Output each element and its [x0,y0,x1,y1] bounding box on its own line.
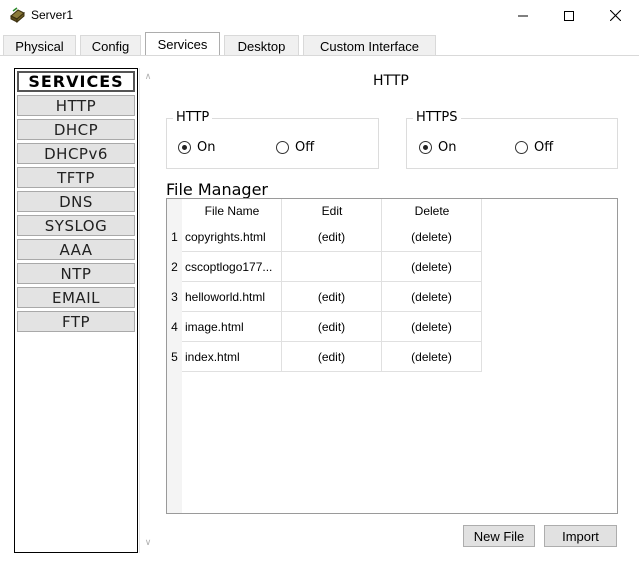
service-syslog-button[interactable]: SYSLOG [17,215,135,236]
delete-link[interactable]: (delete) [382,222,482,252]
close-button[interactable] [592,0,638,31]
maximize-icon [564,10,574,21]
column-header-edit: Edit [321,204,343,218]
http-on-radio[interactable]: On [178,140,215,155]
page-title: HTTP [373,73,409,89]
row-number: 4 [171,320,178,334]
tab-divider [0,55,639,56]
window-title: Server1 [31,8,74,22]
https-on-label: On [438,140,457,155]
server-app-icon [10,7,25,23]
tab-config[interactable]: Config [80,35,141,56]
delete-link[interactable]: (delete) [382,342,482,372]
minimize-icon [518,15,528,16]
row-number: 1 [171,230,178,244]
https-off-radio[interactable]: Off [515,140,553,155]
service-ntp-button[interactable]: NTP [17,263,135,284]
column-header-delete: Delete [414,204,450,218]
services-header: SERVICES [17,71,135,92]
tab-services[interactable]: Services [145,32,220,56]
row-number: 2 [171,260,178,274]
delete-link[interactable]: (delete) [382,312,482,342]
http-off-label: Off [295,140,315,155]
service-tftp-button[interactable]: TFTP [17,167,135,188]
http-group: HTTP On Off [166,110,379,169]
edit-link[interactable]: (edit) [282,282,382,312]
service-aaa-button[interactable]: AAA [17,239,135,260]
delete-link[interactable]: (delete) [382,282,482,312]
service-email-button[interactable]: EMAIL [17,287,135,308]
scroll-down-icon[interactable]: ∨ [142,537,154,549]
radio-unselected-icon [276,141,289,154]
tab-strip: Physical Config Services Desktop Custom … [0,31,639,56]
http-legend: HTTP [173,110,213,125]
radio-unselected-icon [515,141,528,154]
file-name-cell: copyrights.html [182,222,282,252]
minimize-button[interactable] [500,0,546,31]
close-icon [609,10,621,21]
tab-desktop[interactable]: Desktop [224,35,299,56]
file-name-cell: cscoptlogo177... [182,252,282,282]
column-header-file-name: File Name [204,204,260,218]
https-on-radio[interactable]: On [419,140,456,155]
services-list: SERVICES HTTP DHCP DHCPv6 TFTP DNS SYSLO… [14,68,138,553]
https-group: HTTPS On Off [406,110,618,169]
new-file-button[interactable]: New File [463,525,535,547]
edit-link [282,252,382,282]
file-name-cell: image.html [182,312,282,342]
service-dns-button[interactable]: DNS [17,191,135,212]
service-ftp-button[interactable]: FTP [17,311,135,332]
radio-selected-icon [178,141,191,154]
file-name-cell: helloworld.html [182,282,282,312]
https-legend: HTTPS [413,110,461,125]
maximize-button[interactable] [546,0,592,31]
title-bar: Server1 [0,0,639,31]
file-manager-table: File Name Edit Delete 1 copyrights.html … [166,198,618,514]
services-scrollbar[interactable]: ∧ ∨ [139,68,155,553]
import-button[interactable]: Import [544,525,617,547]
service-dhcpv6-button[interactable]: DHCPv6 [17,143,135,164]
service-dhcp-button[interactable]: DHCP [17,119,135,140]
https-off-label: Off [534,140,554,155]
delete-link[interactable]: (delete) [382,252,482,282]
row-number: 3 [171,290,178,304]
http-off-radio[interactable]: Off [276,140,314,155]
edit-link[interactable]: (edit) [282,342,382,372]
file-manager-title: File Manager [166,180,268,199]
tab-custom-interface[interactable]: Custom Interface [303,35,436,56]
row-number: 5 [171,350,178,364]
radio-selected-icon [419,141,432,154]
file-name-cell: index.html [182,342,282,372]
edit-link[interactable]: (edit) [282,312,382,342]
edit-link[interactable]: (edit) [282,222,382,252]
http-on-label: On [197,140,216,155]
scroll-up-icon[interactable]: ∧ [142,71,154,83]
service-http-button[interactable]: HTTP [17,95,135,116]
tab-physical[interactable]: Physical [3,35,76,56]
